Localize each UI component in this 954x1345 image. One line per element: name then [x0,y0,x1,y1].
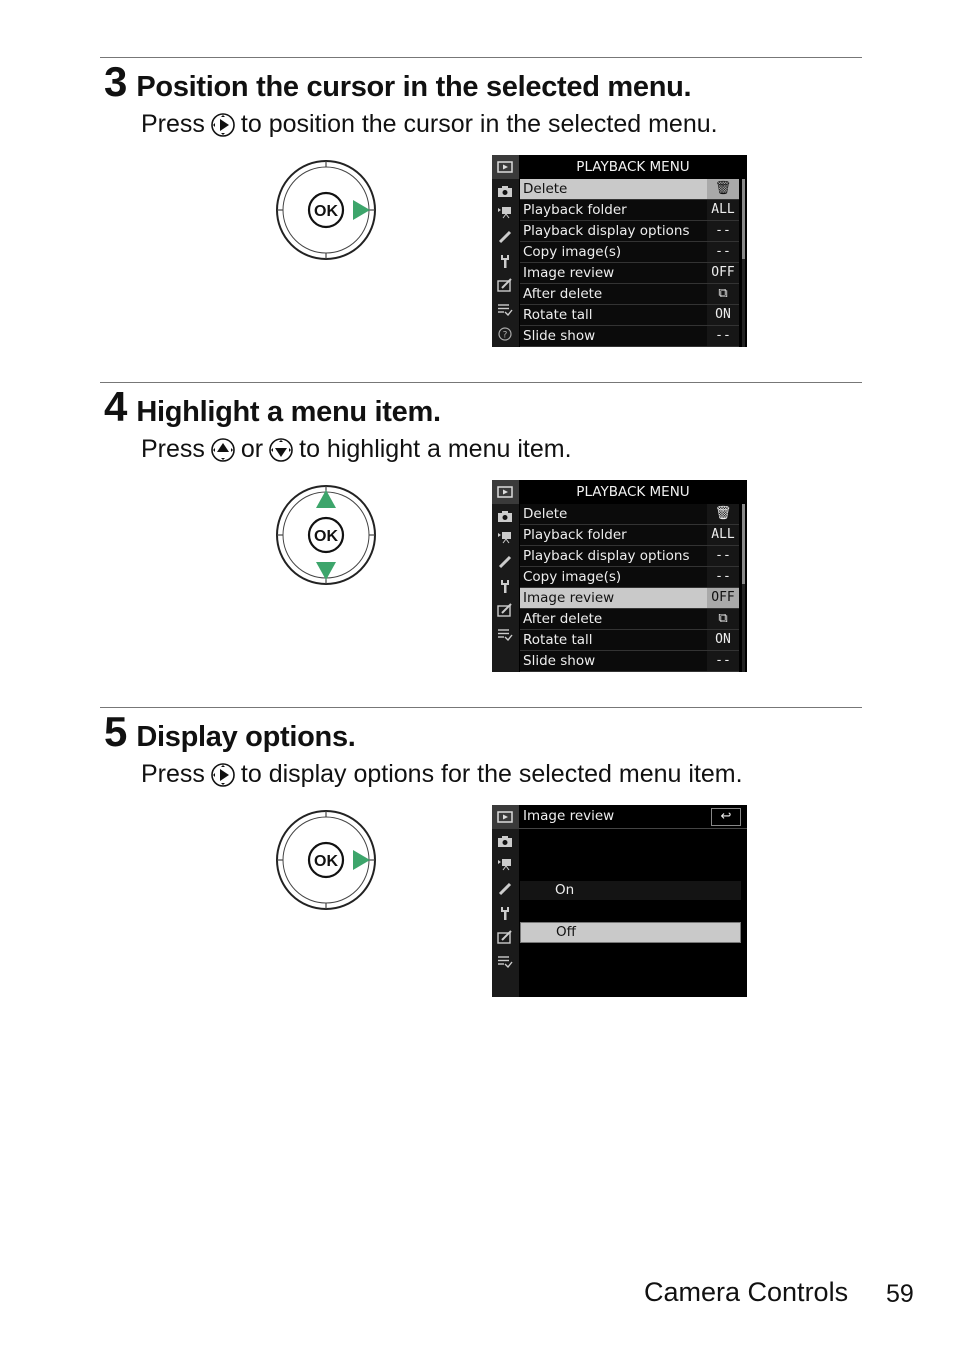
menu-item-rotate-tall[interactable]: Rotate tall ON [520,305,739,326]
multi-selector-dial: OK [276,485,376,585]
multi-selector-right-icon [211,762,235,787]
my-menu-icon [496,626,514,642]
menu-item-slide-show[interactable]: Slide show -- [520,651,739,672]
retouch-icon [496,929,514,945]
camera-icon [496,508,514,524]
step-number: 5 [104,708,127,755]
menu-sidebar [492,805,519,997]
movie-icon [496,856,514,872]
wrench-icon [496,578,514,594]
menu-scrollbar[interactable] [742,504,745,672]
step-heading: 3 Position the cursor in the selected me… [104,58,692,106]
movie-icon [496,204,514,220]
step-3: 3 Position the cursor in the selected me… [100,57,862,138]
menu-sidebar [492,480,519,672]
desc-text: Press [141,760,205,788]
trash-icon: 🗑 [707,179,739,199]
desc-text: to highlight a menu item. [299,435,572,463]
menu-title: PLAYBACK MENU [576,159,690,175]
menu-item-delete[interactable]: Delete 🗑 [520,179,739,200]
menu-item-after-delete[interactable]: After delete ⧉ [520,609,739,630]
menu-item-after-delete[interactable]: After delete ⧉ [520,284,739,305]
desc-text: Press [141,110,205,138]
camera-screen-step5: Image review ↩ On Off [492,805,747,997]
menu-title: PLAYBACK MENU [576,484,690,500]
step-title: Display options. [136,721,356,753]
step-number: 3 [104,58,127,105]
step-description: Press to position the cursor in the sele… [141,110,718,139]
multi-selector-dial: OK [276,810,376,910]
options-title: Image review [523,808,615,824]
step-4: 4 Highlight a menu item. Press or to hig… [100,382,862,463]
step-5: 5 Display options. Press to display opti… [100,707,862,788]
pencil-icon [496,229,514,245]
retouch-icon [496,277,514,293]
menu-item-delete[interactable]: Delete 🗑 [520,504,739,525]
ok-button-label: OK [314,203,338,220]
multi-selector-dial: OK [276,160,376,260]
pencil-icon [496,554,514,570]
menu-item-copy-images[interactable]: Copy image(s) -- [520,242,739,263]
camera-screen-step3: ? PLAYBACK MENU Delete 🗑 Playback folder A… [492,155,747,347]
menu-item-image-review[interactable]: Image review OFF [520,263,739,284]
my-menu-icon [496,301,514,317]
menu-scrollbar[interactable] [742,179,745,347]
desc-text: to display options for the selected menu… [240,760,743,788]
wrench-icon [496,253,514,269]
desc-text: Press [141,435,205,463]
step-heading: 4 Highlight a menu item. [104,383,441,431]
title-divider [519,828,747,829]
camera-icon [496,833,514,849]
step-description: Press or to highlight a menu item. [141,435,572,464]
menu-item-image-review[interactable]: Image review OFF [520,588,739,609]
step-heading: 5 Display options. [104,708,356,756]
back-button[interactable]: ↩ [711,808,741,826]
menu-item-playback-display-options[interactable]: Playback display options -- [520,546,739,567]
menu-item-slide-show[interactable]: Slide show -- [520,326,739,347]
retouch-icon [496,602,514,618]
pencil-icon [496,881,514,897]
menu-item-playback-folder[interactable]: Playback folder ALL [520,200,739,221]
step-number: 4 [104,383,127,430]
camera-screen-step4: PLAYBACK MENU Delete 🗑 Playback folder ALL… [492,480,747,672]
svg-text:?: ? [503,331,508,341]
desc-text: or [240,435,264,463]
multi-selector-right-icon [211,112,235,137]
step-title: Position the cursor in the selected menu… [136,71,692,103]
playback-icon [496,809,514,825]
menu-list: Delete 🗑 Playback folder ALL Playback disp… [520,504,739,672]
desc-text: to position the cursor in the selected m… [240,110,718,138]
step-description: Press to display options for the selecte… [141,760,743,789]
menu-list: Delete 🗑 Playback folder ALL Playback disp… [520,179,739,347]
multi-selector-up-icon [211,437,235,462]
footer-section-title: Camera Controls [644,1277,849,1307]
trash-icon: 🗑 [707,504,739,524]
multi-selector-down-icon [269,437,293,462]
menu-item-copy-images[interactable]: Copy image(s) -- [520,567,739,588]
wrench-icon [496,905,514,921]
option-on[interactable]: On [520,881,741,900]
menu-item-playback-folder[interactable]: Playback folder ALL [520,525,739,546]
help-icon: ? [496,326,514,342]
page-number: 59 [886,1280,914,1308]
playback-icon [496,159,514,175]
ok-button-label: OK [314,528,338,545]
menu-sidebar: ? [492,155,519,347]
menu-item-rotate-tall[interactable]: Rotate tall ON [520,630,739,651]
step-title: Highlight a menu item. [136,396,441,428]
option-off[interactable]: Off [520,922,741,943]
ok-button-label: OK [314,853,338,870]
camera-icon [496,183,514,199]
after-delete-icon: ⧉ [707,609,739,629]
movie-icon [496,529,514,545]
after-delete-icon: ⧉ [707,284,739,304]
my-menu-icon [496,953,514,969]
menu-item-playback-display-options[interactable]: Playback display options -- [520,221,739,242]
playback-icon [496,484,514,500]
